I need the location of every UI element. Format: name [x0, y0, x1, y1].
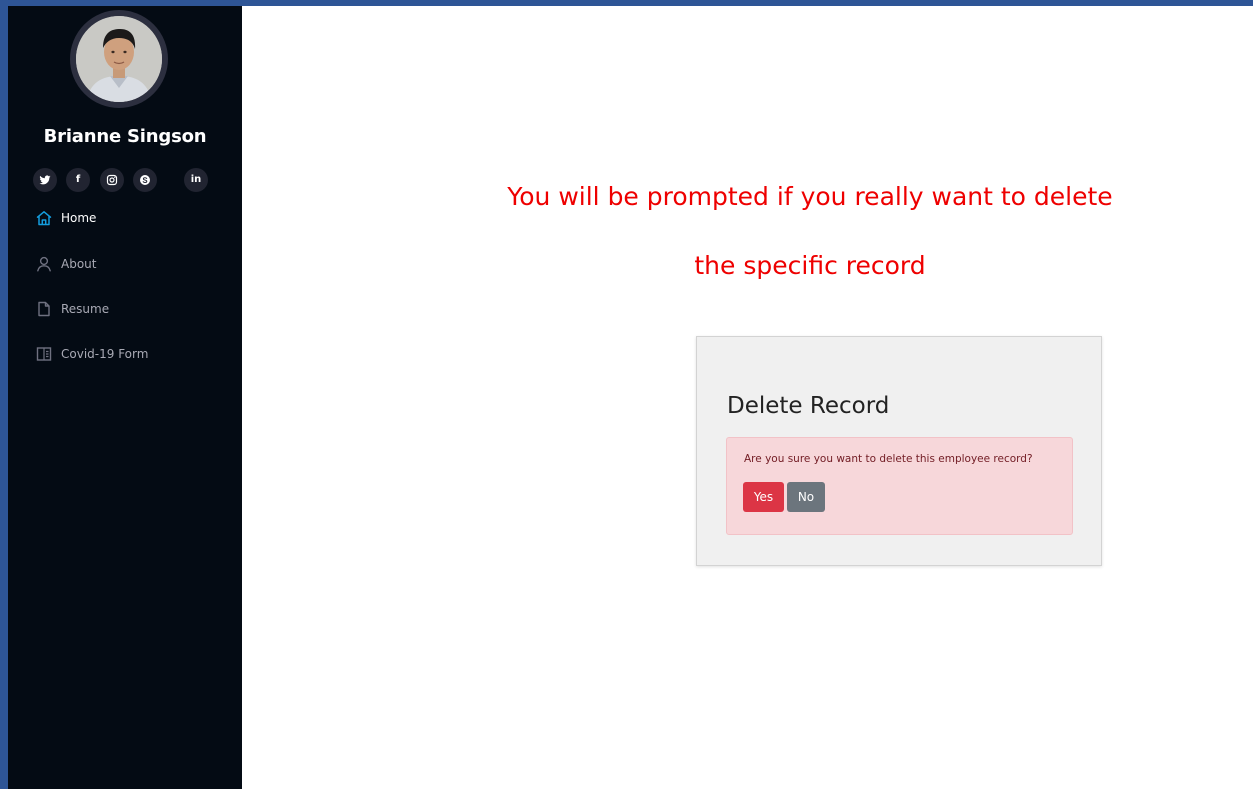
- nav-label-home: Home: [61, 211, 97, 225]
- skype-icon[interactable]: [133, 168, 157, 192]
- form-icon: [35, 345, 53, 363]
- confirm-message: Are you sure you want to delete this emp…: [744, 453, 1033, 465]
- linkedin-icon[interactable]: in: [184, 168, 208, 192]
- home-icon: [35, 209, 53, 227]
- profile-name: Brianne Singson: [43, 126, 207, 147]
- twitter-icon[interactable]: [33, 168, 57, 192]
- instruction-annotation: You will be prompted if you really want …: [400, 178, 1220, 284]
- no-button[interactable]: No: [787, 482, 825, 512]
- nav-item-about[interactable]: About: [35, 249, 215, 279]
- annotation-line-2: the specific record: [694, 251, 926, 280]
- facebook-icon[interactable]: f: [66, 168, 90, 192]
- person-icon: [35, 255, 53, 273]
- confirm-alert: Are you sure you want to delete this emp…: [726, 437, 1073, 535]
- nav-label-covid-form: Covid-19 Form: [61, 347, 149, 361]
- sidebar: Brianne Singson f in Home About Resume C…: [8, 6, 242, 789]
- app-window: Brianne Singson f in Home About Resume C…: [8, 6, 1253, 789]
- delete-record-panel: Delete Record Are you sure you want to d…: [696, 336, 1102, 566]
- yes-button[interactable]: Yes: [743, 482, 784, 512]
- annotation-line-1: You will be prompted if you really want …: [507, 182, 1113, 211]
- profile-avatar: [70, 10, 168, 108]
- dialog-title: Delete Record: [727, 393, 890, 419]
- nav-item-covid-form[interactable]: Covid-19 Form: [35, 339, 215, 369]
- nav-label-about: About: [61, 257, 97, 271]
- nav-label-resume: Resume: [61, 302, 110, 316]
- file-icon: [35, 300, 53, 318]
- nav-item-home[interactable]: Home: [35, 203, 215, 233]
- instagram-icon[interactable]: [100, 168, 124, 192]
- nav-item-resume[interactable]: Resume: [35, 294, 215, 324]
